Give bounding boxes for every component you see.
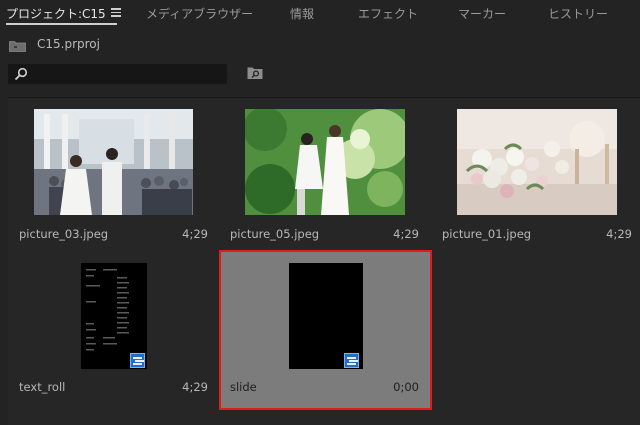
thumbnail-picture-05 [245, 109, 405, 215]
item-duration: 4;29 [182, 227, 208, 241]
project-filename: C15.prproj [37, 37, 100, 51]
tab-media-browser[interactable]: メディアブラウザー [146, 5, 253, 22]
item-duration: 4;29 [393, 227, 419, 241]
item-name: picture_01.jpeg [442, 227, 532, 241]
find-bin-icon[interactable] [247, 66, 263, 80]
item-name: picture_05.jpeg [230, 227, 320, 241]
tab-info[interactable]: 情報 [290, 5, 314, 22]
tab-effects[interactable]: エフェクト [358, 5, 418, 22]
sequence-icon [344, 353, 359, 368]
project-folder-icon [9, 41, 26, 52]
active-tab-indicator [6, 23, 117, 25]
item-duration: 4;29 [606, 227, 632, 241]
item-duration: 4;29 [182, 380, 208, 394]
search-icon [14, 67, 28, 81]
tab-project[interactable]: プロジェクト:C15 [6, 5, 106, 22]
item-name: text_roll [19, 380, 66, 394]
item-name: picture_03.jpeg [19, 227, 109, 241]
panel-tab-bar: プロジェクト:C15 メディアブラウザー 情報 エフェクト マーカー ヒストリー [0, 0, 640, 28]
panel-menu-icon[interactable] [111, 8, 121, 17]
search-input[interactable] [8, 64, 227, 84]
tab-markers[interactable]: マーカー [458, 5, 506, 22]
sequence-icon [130, 353, 145, 368]
item-duration: 0;00 [393, 380, 419, 394]
item-name: slide [230, 380, 257, 394]
thumbnail-picture-03 [34, 109, 193, 215]
thumbnail-picture-01 [457, 109, 617, 215]
tab-history[interactable]: ヒストリー [548, 5, 608, 22]
